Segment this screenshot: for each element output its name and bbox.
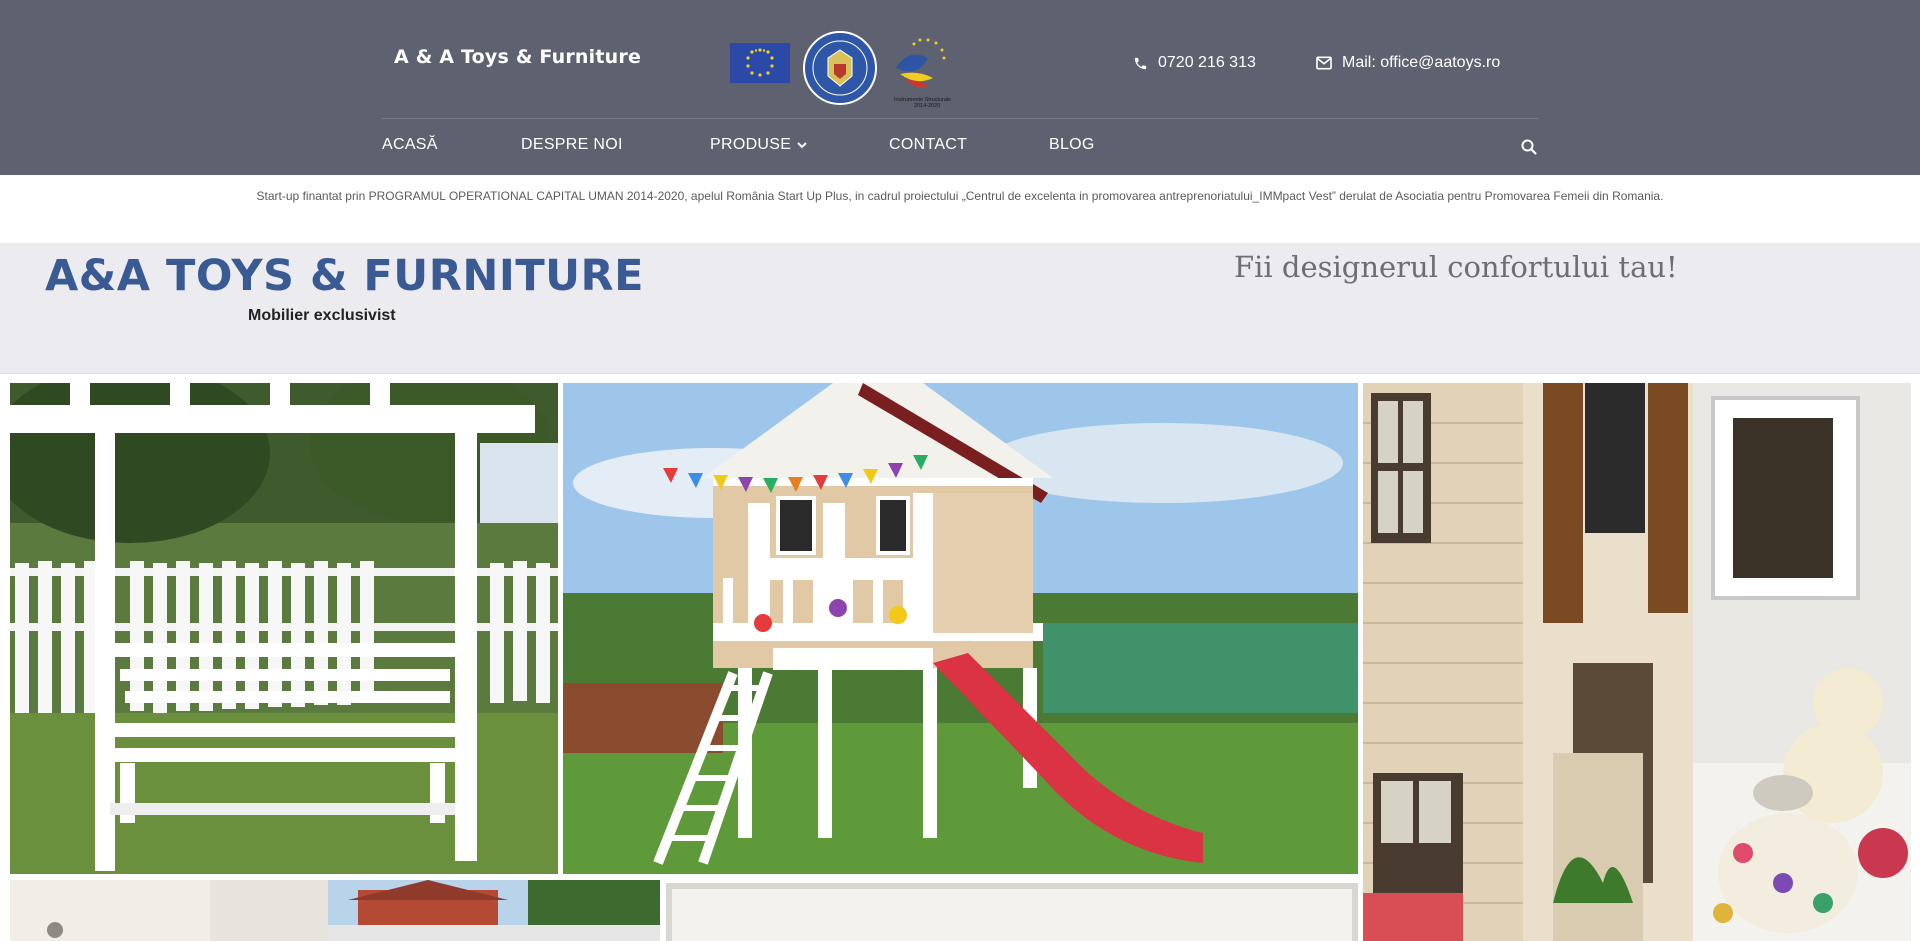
phone-contact[interactable]: 0720 216 313 — [1133, 54, 1256, 72]
brand-subtitle: Mobilier exclusivist — [248, 307, 396, 324]
gallery-image-swing-bench[interactable] — [10, 383, 558, 874]
gallery-image-interior[interactable] — [10, 880, 328, 941]
funding-notice: Start-up finantat prin PROGRAMUL OPERATI… — [256, 189, 1664, 203]
mail-icon — [1316, 56, 1332, 70]
funding-logos: Instrumente Structurale 2014-2020 — [730, 31, 951, 108]
banner-divider — [0, 373, 1920, 374]
brand-title: A&A TOYS & FURNITURE — [45, 251, 645, 301]
gallery-image-dollhouse[interactable] — [1363, 383, 1911, 941]
search-icon[interactable] — [1520, 138, 1538, 156]
nav-label: CONTACT — [889, 136, 968, 153]
phone-icon — [1134, 57, 1147, 69]
phone-number[interactable]: 0720 216 313 — [1158, 54, 1256, 72]
nav-label: DESPRE NOI — [521, 136, 623, 153]
header-divider — [382, 118, 1538, 119]
nav-label: PRODUSE — [710, 136, 792, 153]
gallery-image-garden[interactable] — [328, 880, 660, 941]
government-seal-logo — [803, 31, 877, 105]
nav-item-contact[interactable]: CONTACT — [889, 136, 967, 154]
structural-instruments-logo: Instrumente Structurale 2014-2020 — [894, 38, 951, 108]
site-logo[interactable]: A & A Toys & Furniture — [394, 46, 641, 68]
mail-address[interactable]: Mail: office@aatoys.ro — [1342, 54, 1500, 72]
nav-item-blog[interactable]: BLOG — [1049, 136, 1095, 154]
nav-item-acasa[interactable]: ACASĂ — [382, 136, 438, 154]
chevron-down-icon — [797, 142, 807, 149]
nav-label: ACASĂ — [382, 136, 438, 153]
slogan: Fii designerul confortului tau! — [1234, 250, 1678, 284]
gallery-image-playhouse[interactable] — [563, 383, 1358, 874]
nav-label: BLOG — [1049, 136, 1095, 153]
nav-item-despre-noi[interactable]: DESPRE NOI — [521, 136, 623, 154]
mail-contact[interactable]: Mail: office@aatoys.ro — [1316, 54, 1500, 72]
main-nav: ACASĂ DESPRE NOI PRODUSE CONTACT BLOG — [0, 136, 1920, 160]
gallery-image-room[interactable] — [666, 883, 1358, 941]
nav-item-produse[interactable]: PRODUSE — [710, 136, 807, 154]
svg-text:2014-2020: 2014-2020 — [914, 103, 940, 108]
